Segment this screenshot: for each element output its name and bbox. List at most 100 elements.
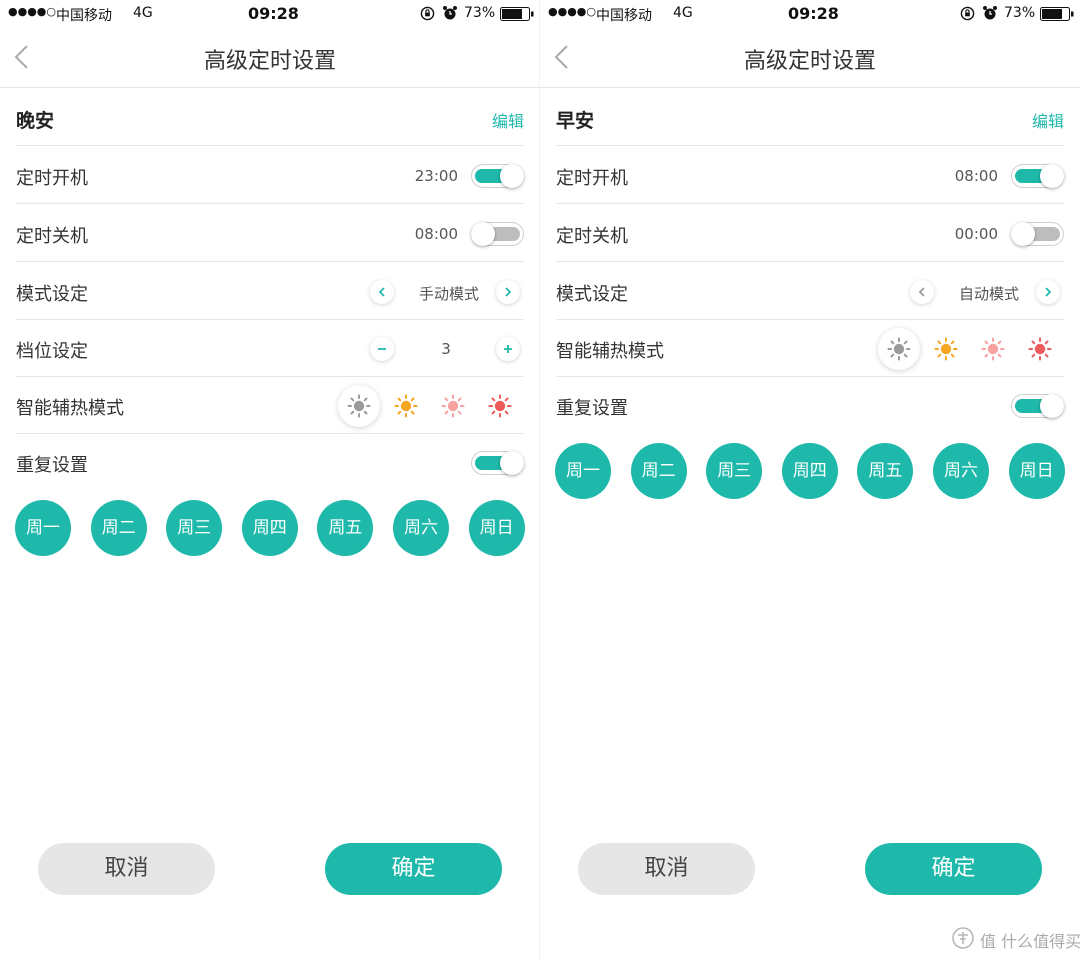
page-title: 高级定时设置 <box>743 49 876 74</box>
level-increase-button[interactable] <box>496 337 520 361</box>
mode-value: 手动模式 <box>418 285 479 303</box>
day-tue[interactable]: 周二 <box>90 500 147 556</box>
repeat-label: 重复设置 <box>556 398 628 419</box>
battery-icon <box>500 7 534 21</box>
nav-bar: 高级定时设置 <box>540 28 1080 88</box>
power-on-label: 定时开机 <box>16 168 88 189</box>
chevron-right-icon <box>505 287 512 297</box>
power-on-row: 定时开机 08:00 <box>556 147 1064 204</box>
edit-button[interactable]: 编辑 <box>1032 108 1064 132</box>
power-off-row: 定时关机 00:00 <box>556 205 1064 262</box>
mode-prev-button[interactable] <box>910 280 934 304</box>
power-on-toggle[interactable] <box>1011 164 1064 188</box>
mode-row: 模式设定 手动模式 <box>16 263 524 320</box>
carrier-name: 中国移动 <box>596 8 652 24</box>
heat-mode-label: 智能辅热模式 <box>16 398 124 419</box>
weekday-selector: 周一 周二 周三 周四 周五 周六 周日 <box>15 500 525 558</box>
repeat-row: 重复设置 <box>16 434 524 491</box>
power-on-toggle[interactable] <box>471 164 524 188</box>
preset-name: 早安 <box>556 110 595 132</box>
chevron-left-icon <box>378 287 385 297</box>
level-label: 档位设定 <box>16 341 88 362</box>
power-on-row: 定时开机 23:00 <box>16 147 524 204</box>
preset-name-row: 早安 编辑 <box>556 89 1064 146</box>
confirm-button[interactable]: 确定 <box>865 843 1042 895</box>
heat-mode-label: 智能辅热模式 <box>556 341 664 362</box>
heat-option-medium[interactable] <box>972 328 1014 370</box>
signal-strength: ●●●●○ <box>8 5 56 18</box>
screen-left: ●●●●○ 中国移动 4G 09:28 73% 高级定时设置 晚安 编辑 定时开… <box>0 0 540 960</box>
day-wed[interactable]: 周三 <box>706 443 763 499</box>
power-off-toggle[interactable] <box>471 222 524 246</box>
power-off-time[interactable]: 00:00 <box>955 225 998 243</box>
sun-red-icon <box>488 394 512 418</box>
power-off-toggle[interactable] <box>1011 222 1064 246</box>
cancel-button[interactable]: 取消 <box>38 843 215 895</box>
power-on-label: 定时开机 <box>556 168 628 189</box>
mode-next-button[interactable] <box>496 280 520 304</box>
confirm-button[interactable]: 确定 <box>325 843 502 895</box>
chevron-right-icon <box>1045 287 1052 297</box>
day-sun[interactable]: 周日 <box>1008 443 1065 499</box>
repeat-row: 重复设置 <box>556 377 1064 434</box>
day-thu[interactable]: 周四 <box>781 443 838 499</box>
screen-right: ●●●●○ 中国移动 4G 09:28 73% 高级定时设置 早安 编辑 定时开… <box>540 0 1080 960</box>
status-time: 09:28 <box>788 4 839 23</box>
battery-percent: 73% <box>1004 5 1036 21</box>
sun-gray-icon <box>887 337 911 361</box>
status-bar: ●●●●○ 中国移动 4G 09:28 73% <box>0 0 540 28</box>
sun-orange-icon <box>394 394 418 418</box>
day-sun[interactable]: 周日 <box>468 500 525 556</box>
heat-option-off[interactable] <box>338 385 380 427</box>
watermark-logo-icon <box>952 927 974 949</box>
day-fri[interactable]: 周五 <box>317 500 374 556</box>
rotation-lock-icon <box>420 6 435 21</box>
day-fri[interactable]: 周五 <box>857 443 914 499</box>
status-time: 09:28 <box>248 4 299 23</box>
day-mon[interactable]: 周一 <box>555 443 611 499</box>
sun-pink-icon <box>981 337 1005 361</box>
day-sat[interactable]: 周六 <box>393 500 449 556</box>
day-thu[interactable]: 周四 <box>241 500 298 556</box>
power-off-row: 定时关机 08:00 <box>16 205 524 262</box>
level-row: 档位设定 3 <box>16 320 524 377</box>
mode-prev-button[interactable] <box>370 280 394 304</box>
level-value: 3 <box>441 340 451 358</box>
heat-option-medium[interactable] <box>432 385 474 427</box>
day-tue[interactable]: 周二 <box>630 443 687 499</box>
power-on-time[interactable]: 08:00 <box>955 167 998 185</box>
sun-red-icon <box>1028 337 1052 361</box>
power-off-label: 定时关机 <box>16 226 88 247</box>
day-wed[interactable]: 周三 <box>166 500 223 556</box>
edit-button[interactable]: 编辑 <box>492 108 524 132</box>
repeat-label: 重复设置 <box>16 455 88 476</box>
level-decrease-button[interactable] <box>370 337 394 361</box>
day-sat[interactable]: 周六 <box>933 443 989 499</box>
nav-bar: 高级定时设置 <box>0 28 540 88</box>
alarm-clock-icon <box>443 6 457 20</box>
sun-pink-icon <box>441 394 465 418</box>
signal-strength: ●●●●○ <box>548 5 596 18</box>
heat-option-low[interactable] <box>385 385 427 427</box>
minus-icon <box>378 348 386 350</box>
page-title: 高级定时设置 <box>203 49 336 74</box>
rotation-lock-icon <box>960 6 975 21</box>
repeat-toggle[interactable] <box>1011 394 1064 418</box>
power-off-time[interactable]: 08:00 <box>415 225 458 243</box>
heat-option-high[interactable] <box>479 385 521 427</box>
heat-option-high[interactable] <box>1019 328 1061 370</box>
power-on-time[interactable]: 23:00 <box>415 167 458 185</box>
cancel-button[interactable]: 取消 <box>578 843 755 895</box>
heat-option-off[interactable] <box>878 328 920 370</box>
mode-next-button[interactable] <box>1036 280 1060 304</box>
watermark-text: 值 什么值得买 <box>980 932 1080 951</box>
heat-option-low[interactable] <box>925 328 967 370</box>
weekday-selector: 周一 周二 周三 周四 周五 周六 周日 <box>555 443 1065 501</box>
heat-mode-row: 智能辅热模式 <box>16 377 524 434</box>
day-mon[interactable]: 周一 <box>15 500 71 556</box>
status-bar: ●●●●○ 中国移动 4G 09:28 73% <box>540 0 1080 28</box>
alarm-clock-icon <box>983 6 997 20</box>
repeat-toggle[interactable] <box>471 451 524 475</box>
mode-row: 模式设定 自动模式 <box>556 263 1064 320</box>
power-off-label: 定时关机 <box>556 226 628 247</box>
